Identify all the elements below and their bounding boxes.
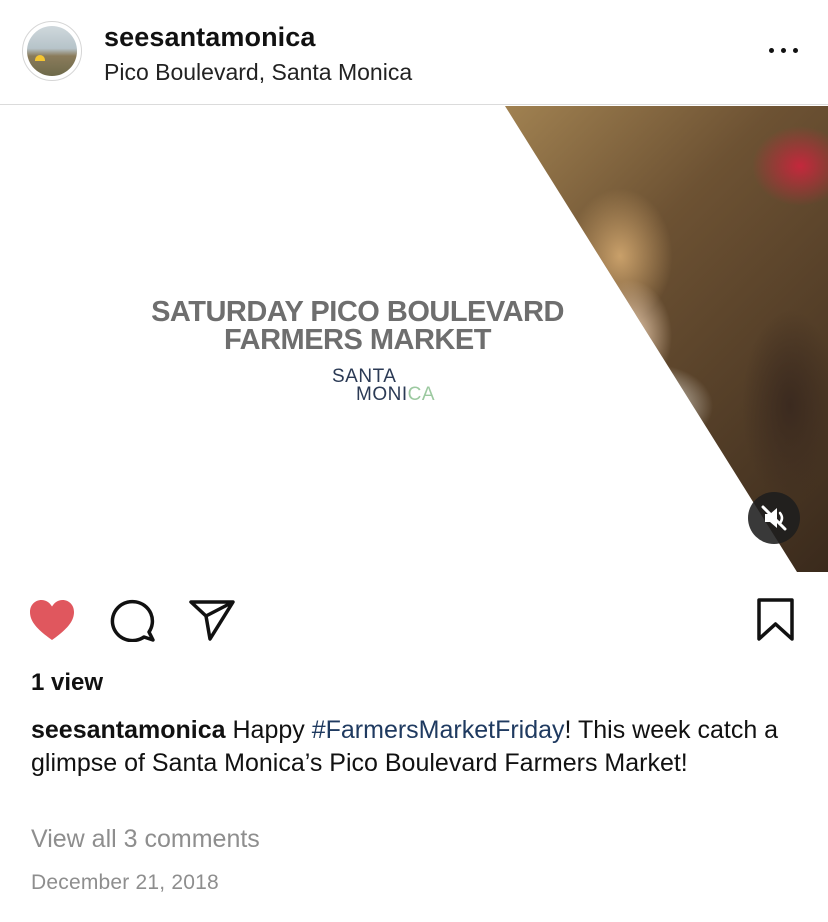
media-title-line2: FARMERS MARKET [224,324,491,356]
caption-text-before: Happy [225,716,312,744]
comment-bubble-icon[interactable] [108,598,156,643]
bookmark-icon[interactable] [756,598,796,642]
post-username[interactable]: seesantamonica [104,22,316,53]
speaker-muted-icon[interactable] [748,492,800,544]
caption-hashtag[interactable]: #FarmersMarketFriday [312,716,565,744]
caption-username[interactable]: seesantamonica [31,716,226,744]
post-date: December 21, 2018 [31,871,219,894]
profile-avatar[interactable] [22,21,82,81]
avatar-image [27,26,77,76]
view-comments-link[interactable]: View all 3 comments [31,825,260,854]
logo-moni: MONI [356,384,408,405]
post-location[interactable]: Pico Boulevard, Santa Monica [104,59,412,86]
avatar-logo-mark [35,55,45,61]
logo-ca: CA [407,384,436,405]
heart-filled-icon[interactable] [28,598,76,642]
post-header: seesantamonica Pico Boulevard, Santa Mon… [0,0,828,105]
santa-monica-logo-line2: MONICA [356,384,435,406]
view-count[interactable]: 1 view [31,669,103,697]
post-caption: seesantamonica Happy #FarmersMarketFrida… [31,714,801,780]
more-options-icon[interactable] [766,40,802,62]
post-media-video[interactable]: SATURDAY PICO BOULEVARD FARMERS MARKET S… [0,106,828,572]
paper-plane-icon[interactable] [188,598,236,642]
